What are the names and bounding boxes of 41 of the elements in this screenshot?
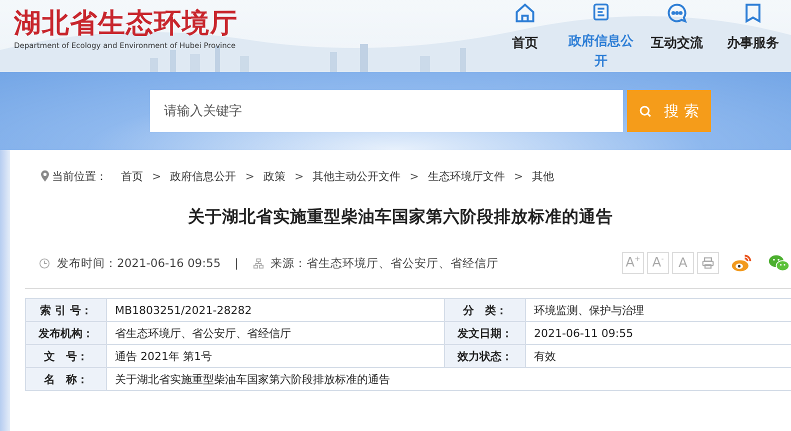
breadcrumb-link[interactable]: 其他 [532,168,554,184]
breadcrumb-label: 当前位置： [52,168,107,184]
table-label-cell: 发布机构： [26,322,106,344]
search-field[interactable]: 请输入关键字 [150,90,623,132]
breadcrumb-separator: > [294,170,304,182]
meta-divider: | [234,256,239,270]
home-icon [514,2,536,24]
chat-icon [666,2,688,24]
weibo-icon[interactable] [730,252,754,274]
table-label-cell: 效力状态： [444,344,526,368]
publish-time: 发布时间：2021-06-16 09:55 [57,256,221,270]
table-cell: 省生态环境厅、省公安厅、省经信厅 [106,322,444,344]
breadcrumb-link[interactable]: 政府信息公开 [170,168,236,184]
breadcrumb-link[interactable]: 首页 [121,168,143,184]
nav-item[interactable]: 首页 [487,2,563,72]
source-text: 来源：省生态环境厅、省公安厅、省经信厅 [270,256,499,270]
printer-icon [702,257,714,269]
print-button[interactable] [697,252,719,274]
search-icon [639,104,652,118]
table-label-cell: 文 号： [26,344,106,368]
table-label-cell: 分 类： [444,298,526,322]
article-title: 关于湖北省实施重型柴油车国家第六阶段排放标准的通告 [186,206,614,228]
breadcrumb-separator: > [245,170,254,182]
breadcrumb-separator: > [514,170,524,182]
table-label-cell: 名 称： [26,368,106,390]
table-cell: MB1803251/2021-28282 [106,298,444,322]
breadcrumb-separator: > [152,170,162,182]
table-label-cell: 索 引 号： [26,298,106,322]
nav-item[interactable]: 办事服务 [715,2,791,72]
location-pin-icon [41,170,49,182]
breadcrumb-link[interactable]: 其他主动公开文件 [312,168,401,184]
logo-title[interactable]: 湖北省生态环境厅 [14,8,238,40]
breadcrumb-link[interactable]: 生态环境厅文件 [428,168,505,184]
clock-icon [39,258,50,268]
breadcrumb-link[interactable]: 政策 [263,168,286,184]
breadcrumb-separator: > [410,170,419,182]
table-label-cell: 发文日期： [444,322,526,344]
hierarchy-icon [252,258,264,268]
nav-item[interactable]: 互动交流 [639,2,715,72]
table-cell: 环境监测、保护与治理 [526,298,791,322]
table-cell: 通告 2021年 第1号 [106,344,444,368]
